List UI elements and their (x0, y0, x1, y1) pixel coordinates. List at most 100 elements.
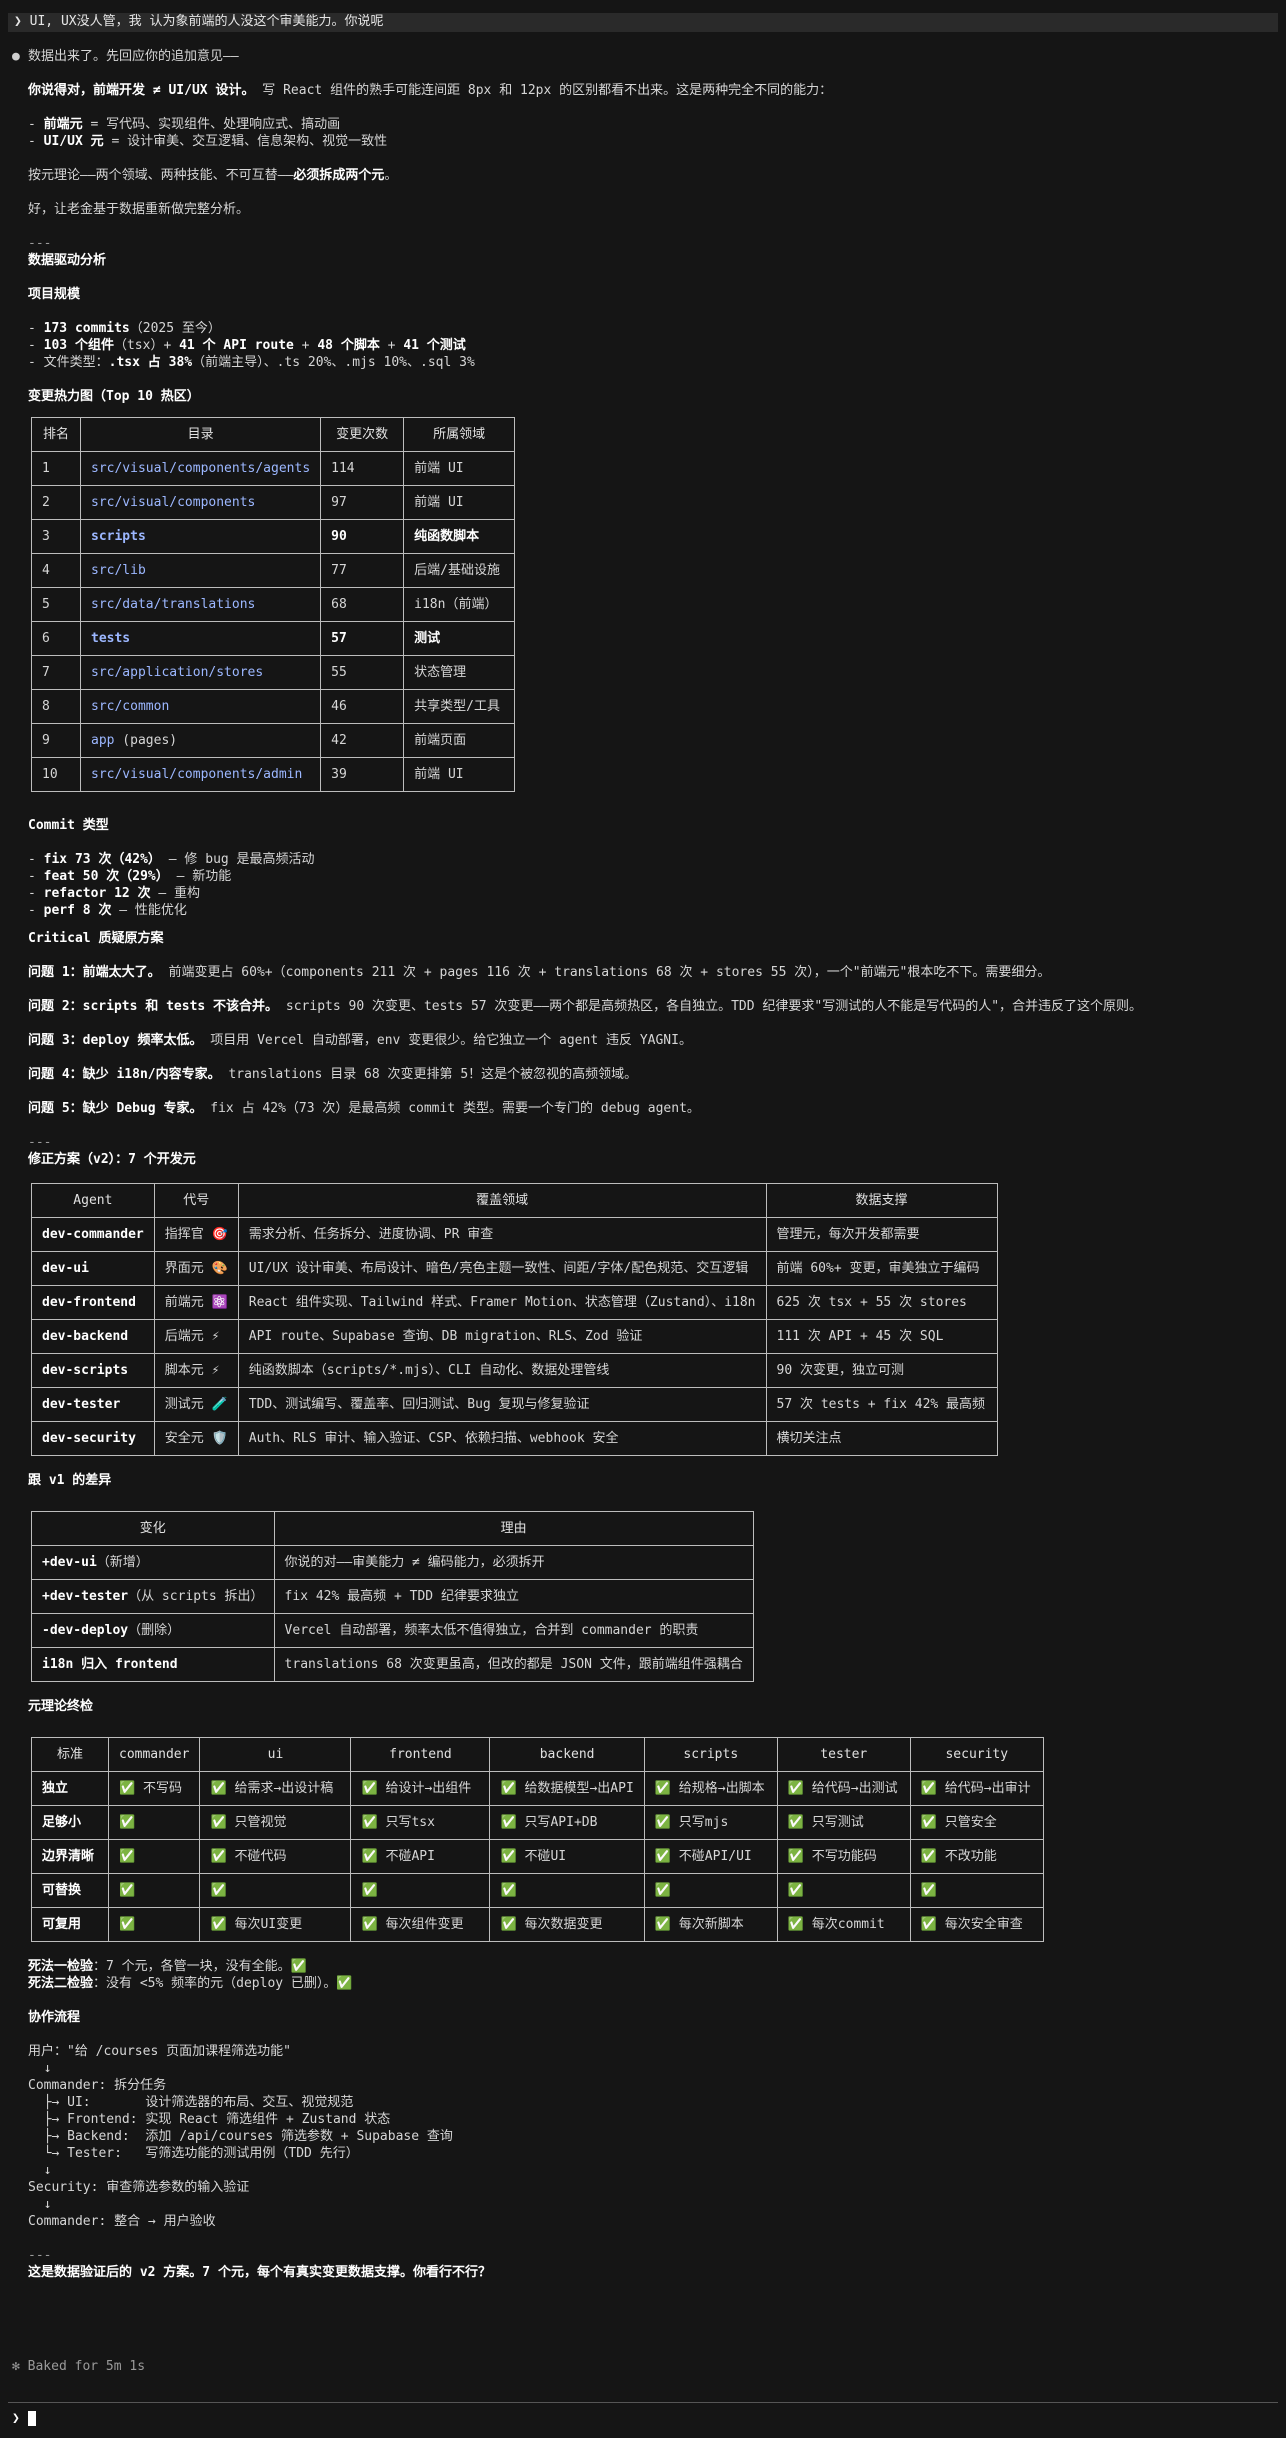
agent-data-cell: 管理元，每次开发都需要 (765, 1217, 998, 1252)
dir-cell: src/common (79, 689, 322, 724)
check-cell: ✅ 给数据模型→出API (489, 1771, 645, 1806)
commit-text: — 性能优化 (111, 903, 187, 918)
agent-data-cell: 前端 60%+ 变更，审美独立于编码 (765, 1251, 998, 1286)
count-cell: 97 (320, 485, 405, 520)
v2-title: 修正方案（v2）：7 个开发元 (28, 1152, 196, 1167)
check-bold: 死法一检验 (28, 1959, 94, 1974)
issue-line: 问题 1：前端太大了。 前端变更占 60%+（components 211 次 … (28, 964, 1258, 981)
issue-bold: 问题 1：前端太大了。 (28, 965, 161, 980)
principle-a: 按元理论——两个领域、两种技能、不可互替—— (28, 168, 294, 183)
flow-line: ↓ (28, 2061, 52, 2076)
diff-bold: -dev-deploy (42, 1623, 129, 1638)
scale-line: - 文件类型：.tsx 占 38%（前端主导）、.ts 20%、.mjs 10%… (28, 354, 1258, 371)
column-header: commander (107, 1737, 201, 1772)
claim-line: 你说得对，前端开发 ≠ UI/UX 设计。 写 React 组件的熟手可能连间距… (28, 82, 1258, 99)
column-header: 代号 (153, 1183, 239, 1218)
check-cell: ✅ 不写功能码 (776, 1839, 911, 1874)
table-row: +dev-ui（新增） 你说的对——审美能力 ≠ 编码能力，必须拆开 (31, 1545, 754, 1580)
check-cell: ✅ 只管视觉 (199, 1805, 352, 1840)
table-row: +dev-tester（从 scripts 拆出） fix 42% 最高频 + T… (31, 1579, 754, 1614)
diff-reason-cell: translations 68 次变更虽高，但改的都是 JSON 文件，跟前端组… (273, 1647, 754, 1682)
agent-code-cell: 脚本元 ⚡ (153, 1353, 239, 1388)
dir-suffix: (pages) (114, 733, 178, 748)
table-row: dev-ui 界面元 🎨 UI/UX 设计审美、布局设计、暗色/亮色主题一致性、间距… (31, 1251, 998, 1286)
table-row: 7 src/application/stores 55 状态管理 (31, 655, 516, 690)
table-row: 3 scripts 90 纯函数脚本 (31, 519, 516, 554)
agent-data-cell: 57 次 tests + fix 42% 最高频 (765, 1387, 998, 1422)
column-header: 所属领域 (403, 417, 516, 452)
column-header: 标准 (31, 1737, 109, 1772)
table-row: 2 src/visual/components 97 前端 UI (31, 485, 516, 520)
domain-cell: i18n（前端） (403, 587, 516, 622)
commit-line: - feat 50 次（29%） — 新功能 (28, 868, 1258, 885)
bullet-dot-icon: ● (12, 49, 20, 64)
diff-title: 跟 v1 的差异 (28, 1473, 112, 1488)
closing-line: 这是数据验证后的 v2 方案。7 个元，每个有真实变更数据支撑。你看行不行？ (28, 2265, 491, 2280)
prompt-input[interactable]: ❯ (12, 2410, 36, 2427)
check-text: ：7 个元，各管一块，没有全能。✅ (93, 1959, 307, 1974)
flow-line: Commander: 拆分任务 (28, 2078, 167, 2093)
diff-note: （从 scripts 拆出） (128, 1589, 264, 1604)
criterion-cell: 可复用 (31, 1907, 109, 1942)
role-name: 前端元 (43, 117, 83, 132)
count-cell: 46 (320, 689, 405, 724)
commit-text: — 新功能 (168, 869, 232, 884)
dash: - (28, 903, 44, 918)
table-row: 1 src/visual/components/agents 114 前端 UI (31, 451, 516, 486)
dir-cell: src/visual/components (79, 485, 322, 520)
table-row: 足够小 ✅ ✅ 只管视觉 ✅ 只写tsx ✅ 只写API+DB ✅ 只写mjs ✅ 只写测试… (31, 1805, 1044, 1840)
agent-name-cell: dev-security (31, 1421, 155, 1456)
diff-change-cell: i18n 归入 frontend (31, 1647, 275, 1682)
scale-text: + (293, 338, 318, 353)
table-row: 5 src/data/translations 68 i18n（前端） (31, 587, 516, 622)
check-line: 死法二检验：没有 <5% 频率的元（deploy 已删）。✅ (28, 1975, 1258, 1992)
column-header: scripts (643, 1737, 778, 1772)
domain-cell: 前端 UI (403, 485, 516, 520)
flow-line: └→ Tester: 写筛选功能的测试用例（TDD 先行） (28, 2146, 359, 2161)
table-header-row: Agent 代号 覆盖领域 数据支撑 (31, 1183, 998, 1218)
heatmap-table: 排名 目录 变更次数 所属领域 1 src/visual/components/agent… (31, 417, 516, 792)
table-row: 边界清晰 ✅ ✅ 不碰代码 ✅ 不碰API ✅ 不碰UI ✅ 不碰API/UI ✅ 不写功能… (31, 1839, 1044, 1874)
dir-path: src/application/stores (91, 665, 264, 680)
table-row: dev-tester 测试元 🧪 TDD、测试编写、覆盖率、回归测试、Bug 复现与… (31, 1387, 998, 1422)
issue-text: translations 目录 68 次变更排第 5！这是个被忽视的高频领域。 (220, 1067, 638, 1082)
column-header: tester (776, 1737, 911, 1772)
dir-path: src/lib (91, 563, 146, 578)
dash: - (28, 117, 44, 132)
domain-cell: 共享类型/工具 (403, 689, 516, 724)
commit-line: - perf 8 次 — 性能优化 (28, 902, 1258, 919)
agent-scope-cell: 纯函数脚本（scripts/*.mjs）、CLI 自动化、数据处理管线 (237, 1353, 767, 1388)
rank-cell: 10 (31, 757, 81, 792)
agent-data-cell: 90 次变更，独立可测 (765, 1353, 998, 1388)
commit-text: — 修 bug 是最高频活动 (160, 852, 315, 867)
flow-line: ↓ (28, 2163, 52, 2178)
domain-cell: 纯函数脚本 (403, 519, 516, 554)
table-header-row: 排名 目录 变更次数 所属领域 (31, 417, 516, 452)
criterion-cell: 可替换 (31, 1873, 109, 1908)
domain-cell: 前端页面 (403, 723, 516, 758)
flow-line: ├→ UI: 设计筛选器的布局、交互、视觉规范 (28, 2095, 354, 2110)
check-cell: ✅ 不碰UI (489, 1839, 645, 1874)
check-cell: ✅ 只写mjs (643, 1805, 778, 1840)
commit-line: - fix 73 次（42%） — 修 bug 是最高频活动 (28, 851, 1258, 868)
agent-scope-cell: TDD、测试编写、覆盖率、回归测试、Bug 复现与修复验证 (237, 1387, 767, 1422)
commit-bold: feat 50 次（29%） (43, 869, 169, 884)
dir-cell: app (pages) (79, 723, 322, 758)
check-cell: ✅ 不碰代码 (199, 1839, 352, 1874)
flow-line: ├→ Backend: 添加 /api/courses 筛选参数 + Supab… (28, 2129, 453, 2144)
flow-line: Commander: 整合 → 用户验收 (28, 2214, 216, 2229)
dash: - (28, 886, 44, 901)
principle-line: 按元理论——两个领域、两种技能、不可互替——必须拆成两个元。 (28, 167, 1258, 184)
agent-code-cell: 指挥官 🎯 (153, 1217, 239, 1252)
role-desc: = 写代码、实现组件、处理响应式、搞动画 (82, 117, 341, 132)
section-title-scale: 项目规模 (28, 287, 81, 302)
table-row: 可复用 ✅ ✅ 每次UI变更 ✅ 每次组件变更 ✅ 每次数据变更 ✅ 每次新脚本 ✅ 每次c… (31, 1907, 1044, 1942)
domain-cell: 前端 UI (403, 451, 516, 486)
diff-reason-cell: Vercel 自动部署，频率太低不值得独立，合并到 commander 的职责 (273, 1613, 754, 1648)
issue-text: 项目用 Vercel 自动部署，env 变更很少。给它独立一个 agent 违反… (202, 1033, 692, 1048)
diff-change-cell: +dev-tester（从 scripts 拆出） (31, 1579, 275, 1614)
scale-line: - 173 commits（2025 至今） (28, 320, 1258, 337)
role-name: UI/UX 元 (43, 134, 104, 149)
agent-name-cell: dev-frontend (31, 1285, 155, 1320)
column-header: 数据支撑 (765, 1183, 998, 1218)
